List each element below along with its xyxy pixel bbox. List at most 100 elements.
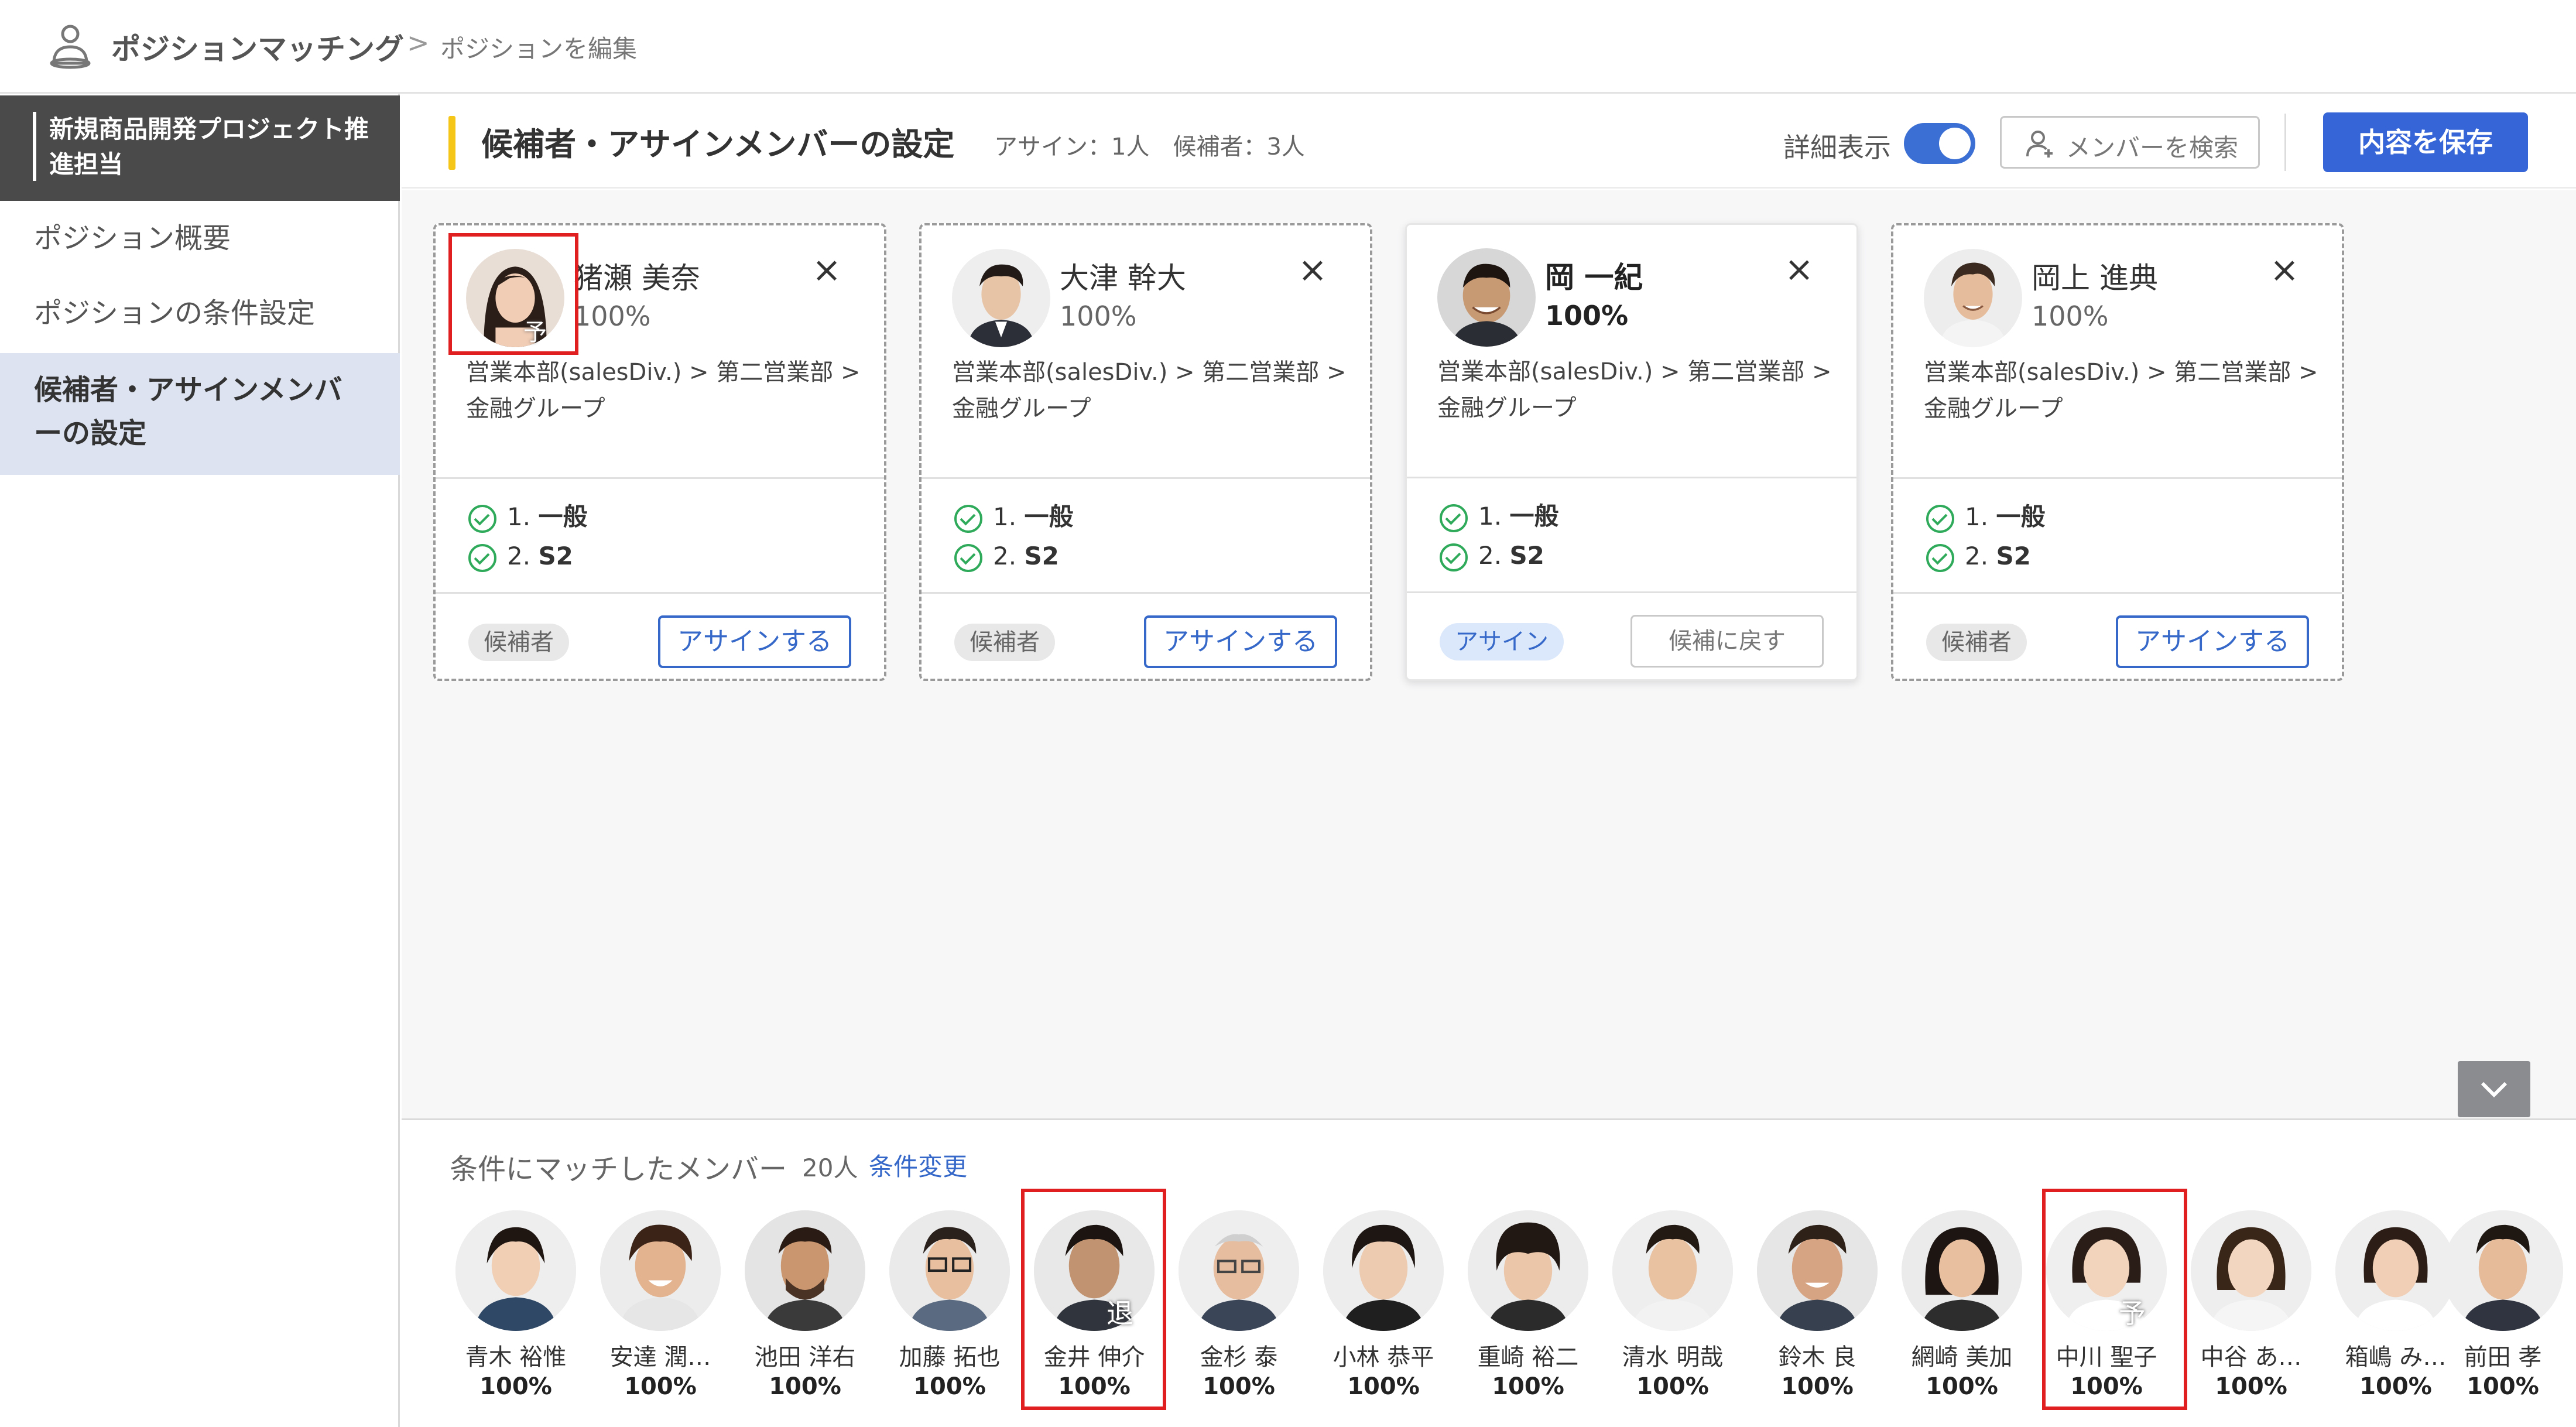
member-match-percent: 100%: [1203, 1373, 1275, 1400]
member-item[interactable]: 池田 洋右 100%: [732, 1210, 878, 1427]
avatar[interactable]: [1924, 249, 2022, 347]
member-item[interactable]: 安達 潤… 100%: [587, 1210, 734, 1427]
member-match-percent: 100%: [1926, 1373, 1998, 1400]
candidate-name[interactable]: 大津 幹大: [1060, 255, 1186, 297]
condition-number: 2.: [1965, 542, 1989, 570]
member-item[interactable]: 重崎 裕二 100%: [1455, 1210, 1601, 1427]
close-icon[interactable]: ×: [2267, 252, 2302, 288]
avatar[interactable]: [952, 249, 1050, 347]
sidebar-item-members[interactable]: 候補者・アサインメンバーの設定: [0, 353, 400, 475]
member-match-percent: 100%: [624, 1373, 697, 1400]
user-search-icon: [2026, 131, 2053, 158]
avatar: [889, 1210, 1010, 1331]
candidate-card: 岡上 進典 100% × 営業本部(salesDiv.) > 第二営業部 > 金…: [1891, 223, 2344, 681]
member-name: 加藤 拓也: [899, 1344, 1001, 1371]
chevron-down-icon: [2481, 1082, 2508, 1098]
project-name-box: 新規商品開発プロジェクト推進担当: [0, 95, 400, 201]
condition-item: 1. 一般: [1926, 497, 2045, 533]
avatar: [1612, 1210, 1733, 1331]
header-divider: [2284, 114, 2286, 171]
member-match-percent: 100%: [769, 1373, 841, 1400]
condition-number: 1.: [507, 502, 531, 531]
condition-number: 1.: [993, 502, 1017, 531]
return-to-candidate-button[interactable]: 候補に戻す: [1630, 615, 1824, 668]
department-path: 営業本部(salesDiv.) > 第二営業部 > 金融グループ: [1437, 358, 1832, 422]
member-item[interactable]: 鈴木 良 100%: [1744, 1210, 1890, 1427]
condition-item: 2. S2: [1440, 541, 1544, 572]
match-percent: 100%: [574, 300, 651, 332]
member-name: 網崎 美加: [1911, 1344, 2013, 1371]
condition-number: 2.: [993, 542, 1017, 570]
check-circle-icon: [1926, 504, 1954, 533]
status-badge: 候補者: [468, 624, 569, 661]
sidebar-item-position-overview[interactable]: ポジション概要: [0, 201, 400, 276]
close-icon[interactable]: ×: [809, 252, 844, 288]
member-item[interactable]: 小林 恭平 100%: [1310, 1210, 1457, 1427]
divider: [922, 592, 1370, 594]
change-conditions-link[interactable]: 条件変更: [869, 1147, 967, 1183]
matched-members-title: 条件にマッチしたメンバー: [450, 1153, 787, 1186]
member-match-percent: 100%: [479, 1373, 552, 1400]
check-circle-icon: [468, 543, 496, 572]
member-match-percent: 100%: [913, 1373, 986, 1400]
member-name: 青木 裕惟: [465, 1344, 567, 1371]
divider: [1407, 591, 1856, 593]
avatar: [1902, 1210, 2022, 1331]
candidate-card: 大津 幹大 100% × 営業本部(salesDiv.) > 第二営業部 > 金…: [919, 223, 1372, 681]
collapse-button[interactable]: [2458, 1061, 2530, 1117]
divider: [1893, 592, 2342, 594]
sidebar-item-position-conditions[interactable]: ポジションの条件設定: [0, 276, 400, 351]
member-item[interactable]: 網崎 美加 100%: [1889, 1210, 2035, 1427]
match-percent: 100%: [1060, 300, 1137, 332]
condition-number: 2.: [1478, 541, 1502, 570]
member-name: 鈴木 良: [1778, 1344, 1856, 1371]
status-badge: 候補者: [954, 624, 1055, 661]
status-badge: 候補者: [1926, 624, 2027, 661]
assign-candidate-count: アサイン：1人 候補者：3人: [994, 134, 1305, 160]
panel-title: 候補者・アサインメンバーの設定: [481, 126, 955, 163]
condition-value: 一般: [538, 502, 588, 531]
member-item[interactable]: 加藤 拓也 100%: [876, 1210, 1023, 1427]
department-path: 営業本部(salesDiv.) > 第二営業部 > 金融グループ: [952, 359, 1347, 422]
member-item[interactable]: 金杉 泰 100%: [1166, 1210, 1312, 1427]
top-header: ポジションマッチング > ポジションを編集: [0, 0, 2576, 94]
app-title[interactable]: ポジションマッチング: [111, 26, 404, 68]
matched-members-count: 20人: [802, 1154, 858, 1182]
sidebar: 新規商品開発プロジェクト推進担当 ポジション概要 ポジションの条件設定 候補者・…: [0, 94, 400, 1427]
detail-toggle[interactable]: [1904, 123, 1975, 164]
assign-button[interactable]: アサインする: [658, 615, 851, 668]
candidate-name[interactable]: 猪瀬 美奈: [574, 255, 700, 297]
save-button[interactable]: 内容を保存: [2323, 112, 2528, 172]
member-name: 金杉 泰: [1200, 1344, 1278, 1371]
assign-button[interactable]: アサインする: [2116, 615, 2309, 668]
condition-value: S2: [538, 542, 573, 570]
highlight-box: [1021, 1189, 1166, 1410]
assign-button[interactable]: アサインする: [1144, 615, 1337, 668]
avatar: [1323, 1210, 1444, 1331]
member-name: 中谷 あ…: [2200, 1344, 2302, 1371]
condition-value: S2: [1024, 542, 1059, 570]
member-item[interactable]: 中谷 あ… 100%: [2178, 1210, 2324, 1427]
department-path: 営業本部(salesDiv.) > 第二営業部 > 金融グループ: [466, 359, 861, 422]
member-item[interactable]: 清水 明哉 100%: [1599, 1210, 1746, 1427]
assigned-member-card: 岡 一紀 100% × 営業本部(salesDiv.) > 第二営業部 > 金融…: [1405, 223, 1858, 681]
member-match-percent: 100%: [1636, 1373, 1709, 1400]
member-item[interactable]: 前田 孝 100%: [2430, 1210, 2576, 1427]
candidate-name[interactable]: 岡上 進典: [2032, 255, 2158, 297]
divider: [1407, 477, 1856, 478]
status-badge: アサイン: [1440, 623, 1564, 661]
member-item[interactable]: 青木 裕惟 100%: [443, 1210, 589, 1427]
close-icon[interactable]: ×: [1782, 252, 1817, 287]
highlight-box: [448, 233, 578, 355]
avatar[interactable]: [1437, 248, 1536, 347]
detail-toggle-label: 詳細表示: [1783, 132, 1891, 163]
member-match-percent: 100%: [1347, 1373, 1420, 1400]
member-name: 安達 潤…: [609, 1344, 711, 1371]
candidate-name[interactable]: 岡 一紀: [1545, 254, 1643, 296]
avatar: [1757, 1210, 1878, 1331]
check-circle-icon: [954, 504, 982, 533]
condition-item: 2. S2: [468, 542, 573, 572]
member-search-button[interactable]: メンバーを検索: [2000, 116, 2260, 169]
close-icon[interactable]: ×: [1295, 252, 1330, 288]
divider: [1893, 477, 2342, 479]
